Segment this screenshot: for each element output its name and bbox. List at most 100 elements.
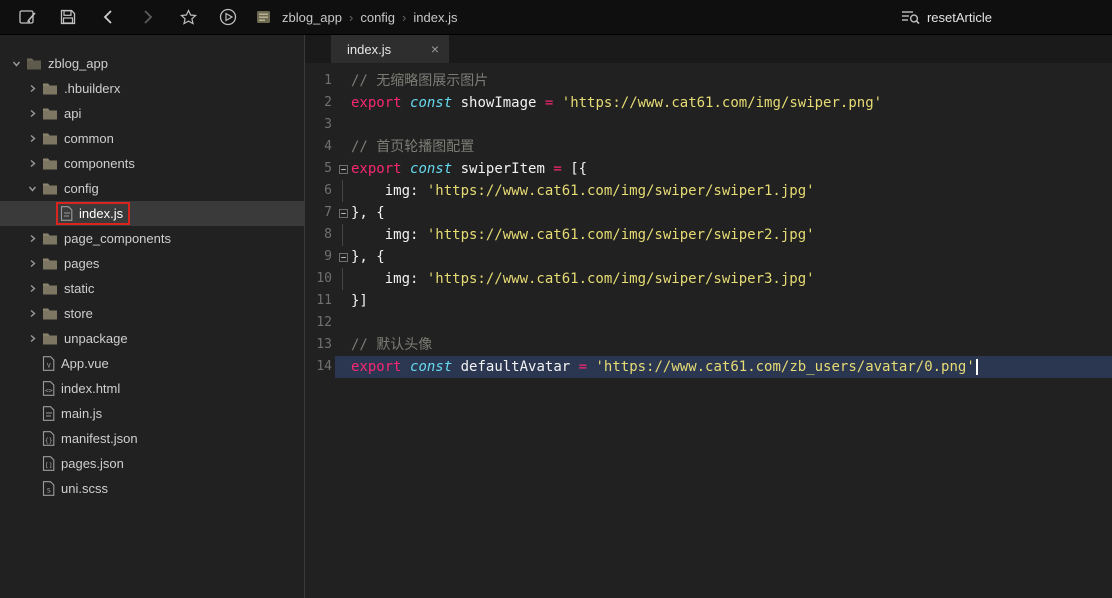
code-text bbox=[351, 114, 1112, 136]
file-icon bbox=[60, 206, 73, 221]
code-line[interactable]: 4// 首页轮播图配置 bbox=[305, 136, 1112, 158]
code-line[interactable]: 13// 默认头像 bbox=[305, 334, 1112, 356]
tree-item-label: components bbox=[64, 156, 135, 171]
tree-item-components[interactable]: components bbox=[0, 151, 304, 176]
tree-item-common[interactable]: common bbox=[0, 126, 304, 151]
tree-item-index-html[interactable]: <>index.html bbox=[0, 376, 304, 401]
line-number: 1 bbox=[305, 70, 335, 92]
editor: index.js × 1// 无缩略图展示图片2 export const sho… bbox=[305, 35, 1112, 598]
breadcrumb-item[interactable]: zblog_app bbox=[282, 10, 342, 25]
chevron-right-icon[interactable] bbox=[24, 134, 40, 143]
code-text: img: 'https://www.cat61.com/img/swiper/s… bbox=[351, 180, 1112, 202]
forward-icon[interactable] bbox=[128, 0, 168, 35]
chevron-right-icon[interactable] bbox=[24, 334, 40, 343]
app-logo-icon[interactable] bbox=[8, 0, 48, 35]
code-line[interactable]: 5export const swiperItem = [{ bbox=[305, 158, 1112, 180]
chevron-right-icon[interactable] bbox=[24, 234, 40, 243]
fold-spacer bbox=[335, 312, 351, 334]
tree-item-main-js[interactable]: main.js bbox=[0, 401, 304, 426]
code-line[interactable]: 6 img: 'https://www.cat61.com/img/swiper… bbox=[305, 180, 1112, 202]
folder-icon bbox=[42, 232, 58, 245]
code-line[interactable]: 10 img: 'https://www.cat61.com/img/swipe… bbox=[305, 268, 1112, 290]
chevron-right-icon[interactable] bbox=[24, 284, 40, 293]
chevron-right-icon[interactable] bbox=[24, 159, 40, 168]
tree-item-label: api bbox=[64, 106, 81, 121]
breadcrumb: zblog_app›config›index.js bbox=[282, 10, 457, 25]
code-text: img: 'https://www.cat61.com/img/swiper/s… bbox=[351, 268, 1112, 290]
tab-close-icon[interactable]: × bbox=[431, 41, 439, 57]
code-line[interactable]: 8 img: 'https://www.cat61.com/img/swiper… bbox=[305, 224, 1112, 246]
svg-text:S: S bbox=[47, 486, 51, 494]
code-area[interactable]: 1// 无缩略图展示图片2 export const showImage = 'h… bbox=[305, 63, 1112, 598]
code-line[interactable]: 14export const defaultAvatar = 'https://… bbox=[305, 356, 1112, 378]
chevron-down-icon[interactable] bbox=[24, 184, 40, 193]
breadcrumb-item[interactable]: index.js bbox=[413, 10, 457, 25]
file-icon: S bbox=[42, 481, 55, 496]
tree-item-label: common bbox=[64, 131, 114, 146]
annotation-box: index.js bbox=[56, 202, 130, 225]
line-number: 14 bbox=[305, 356, 335, 378]
code-line[interactable]: 1// 无缩略图展示图片 bbox=[305, 70, 1112, 92]
code-line[interactable]: 9}, { bbox=[305, 246, 1112, 268]
search-area[interactable]: resetArticle bbox=[901, 9, 992, 25]
tree-item-api[interactable]: api bbox=[0, 101, 304, 126]
code-line[interactable]: 11}] bbox=[305, 290, 1112, 312]
tree-item-label: pages bbox=[64, 256, 99, 271]
tree-item-store[interactable]: store bbox=[0, 301, 304, 326]
star-icon[interactable] bbox=[168, 0, 208, 35]
tree-item-app-vue[interactable]: VApp.vue bbox=[0, 351, 304, 376]
save-icon[interactable] bbox=[48, 0, 88, 35]
fold-spacer bbox=[335, 268, 351, 290]
code-text: export const showImage = 'https://www.ca… bbox=[351, 92, 1112, 114]
toolbar: zblog_app›config›index.js resetArticle bbox=[0, 0, 1112, 35]
line-number: 2 bbox=[305, 92, 335, 114]
file-icon: [] bbox=[42, 456, 55, 471]
folder-icon bbox=[42, 82, 58, 95]
code-line[interactable]: 12 bbox=[305, 312, 1112, 334]
tree-item-label: store bbox=[64, 306, 93, 321]
tab-index-js[interactable]: index.js × bbox=[331, 35, 449, 63]
folder-icon bbox=[42, 132, 58, 145]
project-icon bbox=[248, 0, 278, 35]
folder-icon bbox=[42, 157, 58, 170]
tree-item-config[interactable]: config bbox=[0, 176, 304, 201]
code-line[interactable]: 7}, { bbox=[305, 202, 1112, 224]
tree-item-unpackage[interactable]: unpackage bbox=[0, 326, 304, 351]
chevron-right-icon[interactable] bbox=[24, 309, 40, 318]
tree-item-hbuilderx[interactable]: .hbuilderx bbox=[0, 76, 304, 101]
search-label[interactable]: resetArticle bbox=[927, 10, 992, 25]
svg-text:[]: [] bbox=[45, 461, 53, 469]
file-icon: V bbox=[42, 356, 55, 371]
tree-item-pages-json[interactable]: []pages.json bbox=[0, 451, 304, 476]
chevron-right-icon[interactable] bbox=[24, 259, 40, 268]
tab-bar: index.js × bbox=[305, 35, 1112, 63]
code-line[interactable]: 2 export const showImage = 'https://www.c… bbox=[305, 92, 1112, 114]
tree-item-label: uni.scss bbox=[61, 481, 108, 496]
tree-item-pages[interactable]: pages bbox=[0, 251, 304, 276]
tree-item-label: main.js bbox=[61, 406, 102, 421]
tree-item-index-js[interactable]: index.js bbox=[0, 201, 304, 226]
fold-spacer bbox=[335, 136, 351, 158]
chevron-right-icon[interactable] bbox=[24, 109, 40, 118]
line-number: 7 bbox=[305, 202, 335, 224]
tree-item-label: zblog_app bbox=[48, 56, 108, 71]
folder-icon bbox=[42, 107, 58, 120]
breadcrumb-item[interactable]: config bbox=[360, 10, 395, 25]
app-window: zblog_app›config›index.js resetArticle z… bbox=[0, 0, 1112, 598]
code-text: export const swiperItem = [{ bbox=[351, 158, 1112, 180]
code-line[interactable]: 3 bbox=[305, 114, 1112, 136]
tree-item-uni-scss[interactable]: Suni.scss bbox=[0, 476, 304, 501]
run-icon[interactable] bbox=[208, 0, 248, 35]
tree-item-label: unpackage bbox=[64, 331, 128, 346]
tree-item-static[interactable]: static bbox=[0, 276, 304, 301]
fold-marker-icon[interactable] bbox=[335, 246, 351, 268]
tree-item-page-components[interactable]: page_components bbox=[0, 226, 304, 251]
tree-item-manifest-json[interactable]: {}manifest.json bbox=[0, 426, 304, 451]
back-icon[interactable] bbox=[88, 0, 128, 35]
file-icon: <> bbox=[42, 381, 55, 396]
chevron-down-icon[interactable] bbox=[8, 59, 24, 68]
fold-marker-icon[interactable] bbox=[335, 158, 351, 180]
tree-item-zblog-app[interactable]: zblog_app bbox=[0, 51, 304, 76]
fold-marker-icon[interactable] bbox=[335, 202, 351, 224]
chevron-right-icon[interactable] bbox=[24, 84, 40, 93]
